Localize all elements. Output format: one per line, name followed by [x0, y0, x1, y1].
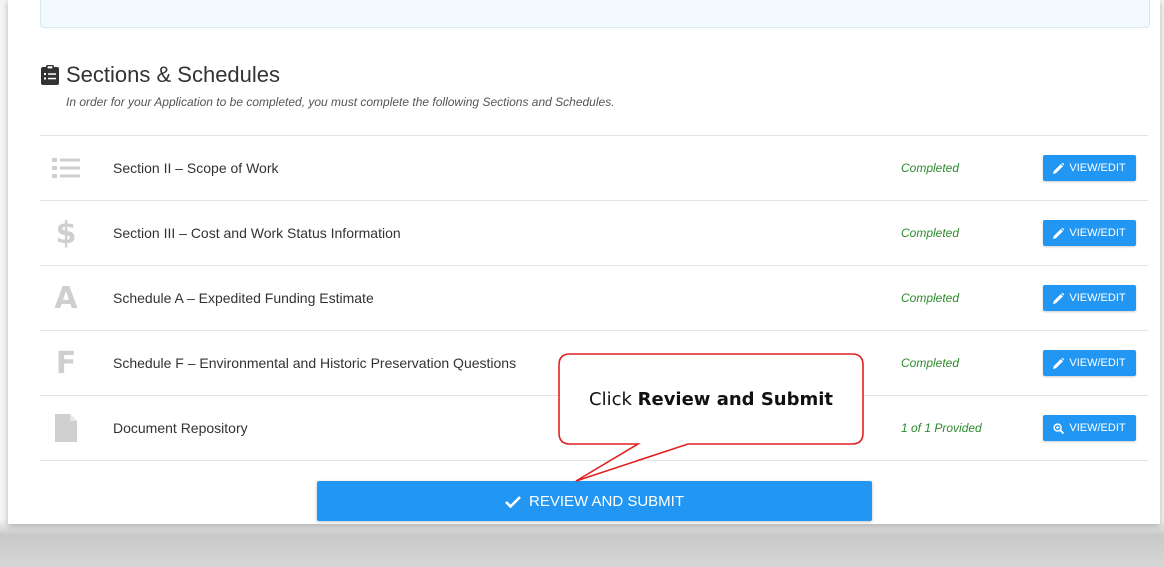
status-badge: Completed [901, 226, 960, 240]
page-subtitle: In order for your Application to be comp… [66, 95, 615, 109]
list-item: Section II – Scope of Work Completed VIE… [40, 136, 1148, 201]
view-edit-button[interactable]: VIEW/EDIT [1043, 155, 1136, 181]
pencil-icon [1053, 162, 1065, 174]
view-edit-label: VIEW/EDIT [1069, 162, 1126, 174]
view-edit-label: VIEW/EDIT [1069, 227, 1126, 239]
view-edit-button[interactable]: VIEW/EDIT [1043, 415, 1136, 441]
document-icon [50, 412, 82, 444]
callout-emphasis: Review and Submit [637, 389, 834, 410]
list-item: A Schedule A – Expedited Funding Estimat… [40, 266, 1148, 331]
pencil-icon [1053, 292, 1065, 304]
submit-label: REVIEW AND SUBMIT [528, 492, 685, 510]
section-heading: Sections & Schedules [41, 62, 280, 88]
view-edit-button[interactable]: VIEW/EDIT [1043, 220, 1136, 246]
callout-text: Click Review and Submit [589, 389, 834, 410]
status-badge: Completed [901, 356, 960, 370]
status-badge: 1 of 1 Provided [901, 421, 982, 435]
status-badge: Completed [901, 161, 960, 175]
zoom-in-icon [1053, 422, 1065, 434]
view-edit-label: VIEW/EDIT [1069, 292, 1126, 304]
row-label: Document Repository [113, 420, 248, 436]
top-panel [40, 0, 1150, 28]
status-badge: Completed [901, 291, 960, 305]
review-and-submit-button[interactable]: REVIEW AND SUBMIT [317, 481, 872, 521]
pencil-icon [1053, 227, 1065, 239]
pencil-icon [1053, 357, 1065, 369]
page: Sections & Schedules In order for your A… [8, 0, 1160, 524]
view-edit-button[interactable]: VIEW/EDIT [1043, 285, 1136, 311]
view-edit-button[interactable]: VIEW/EDIT [1043, 350, 1136, 376]
dollar-icon: $ [55, 215, 77, 251]
list-item: $ Section III – Cost and Work Status Inf… [40, 201, 1148, 266]
row-label: Schedule A – Expedited Funding Estimate [113, 290, 374, 306]
row-label: Section III – Cost and Work Status Infor… [113, 225, 401, 241]
row-label: Section II – Scope of Work [113, 160, 279, 176]
view-edit-label: VIEW/EDIT [1069, 422, 1126, 434]
list-icon [50, 152, 82, 184]
checkmark-icon [505, 495, 521, 508]
callout-bubble [558, 353, 864, 482]
view-edit-label: VIEW/EDIT [1069, 357, 1126, 369]
letter-a-icon: A [54, 280, 78, 316]
page-title: Sections & Schedules [66, 62, 281, 87]
clipboard-list-icon [41, 65, 59, 85]
row-label: Schedule F – Environmental and Historic … [113, 355, 517, 371]
letter-f-icon: F [55, 345, 77, 381]
